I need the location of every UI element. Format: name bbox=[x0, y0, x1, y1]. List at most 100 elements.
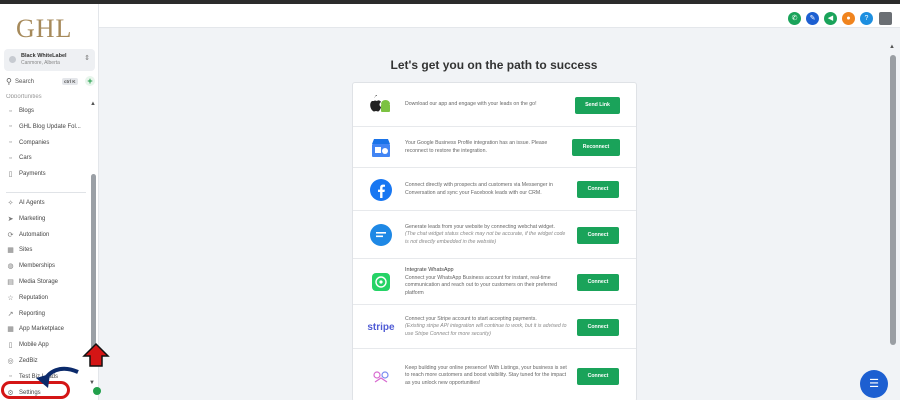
automation-icon: ⟳ bbox=[7, 231, 14, 239]
send-icon: ➤ bbox=[7, 215, 14, 223]
sidebar-item-reputation[interactable]: ☆ Reputation bbox=[6, 292, 90, 304]
sidebar-item-sites[interactable]: ▦ Sites bbox=[6, 244, 90, 256]
whatsapp-icon bbox=[367, 268, 395, 296]
page-icon: ▫ bbox=[9, 107, 12, 115]
sidebar-item-label: Marketing bbox=[19, 215, 46, 222]
connect-button[interactable]: Connect bbox=[577, 181, 619, 198]
sidebar-divider bbox=[6, 192, 86, 193]
search-label: Search bbox=[15, 79, 35, 85]
row-text: Connect your WhatsApp Business account f… bbox=[405, 274, 557, 296]
quick-add-button[interactable]: + bbox=[85, 76, 95, 86]
search-icon: ⚲ bbox=[6, 77, 12, 86]
sidebar-item-payments[interactable]: ▯ Payments bbox=[6, 168, 90, 180]
connect-button[interactable]: Connect bbox=[577, 226, 619, 244]
app-logo[interactable]: GHL bbox=[16, 14, 72, 44]
onboarding-row-facebook: Connect directly with prospects and cust… bbox=[353, 168, 636, 211]
row-title: Integrate WhatsApp bbox=[405, 267, 454, 273]
account-switcher[interactable]: Black WhiteLabel Canmore, Alberta ⇕ bbox=[4, 49, 95, 71]
row-text: Connect directly with prospects and cust… bbox=[405, 182, 553, 196]
user-avatar-icon[interactable] bbox=[879, 12, 892, 25]
row-text: Generate leads from your website by conn… bbox=[405, 223, 555, 230]
webchat-icon bbox=[367, 221, 395, 249]
row-text: Download our app and engage with your le… bbox=[405, 101, 537, 107]
sidebar-item-label: Cars bbox=[19, 155, 32, 162]
sidebar-scrollbar[interactable] bbox=[91, 174, 96, 349]
phone-icon[interactable]: ✆ bbox=[788, 12, 801, 25]
sidebar-item-reporting[interactable]: ↗ Reporting bbox=[6, 308, 90, 320]
row-description: Connect your Stripe account to start acc… bbox=[405, 316, 569, 339]
sidebar-item-label: Sites bbox=[19, 247, 33, 254]
sidebar-item-label: Memberships bbox=[19, 263, 56, 270]
sidebar-item-label: Media Storage bbox=[19, 279, 59, 285]
sidebar-item-ghl-blog-update-fol[interactable]: ▫ GHL Blog Update Fol... bbox=[6, 121, 90, 133]
listings-icon bbox=[367, 362, 395, 390]
sidebar-item-label: App Marketplace bbox=[19, 326, 65, 333]
row-description: Generate leads from your website by conn… bbox=[405, 224, 569, 247]
row-description: Integrate WhatsApp Connect your WhatsApp … bbox=[405, 267, 569, 297]
magic-wand-icon[interactable]: ✎ bbox=[806, 12, 819, 25]
onboarding-row-google-business: Your Google Business Profile integration… bbox=[353, 127, 636, 168]
ai-icon: ✧ bbox=[7, 200, 14, 207]
search-shortcut-badge: ctrl K bbox=[62, 78, 78, 85]
onboarding-card: Download our app and engage with your le… bbox=[352, 82, 637, 400]
sidebar-item-label: Companies bbox=[19, 139, 50, 146]
account-location: Canmore, Alberta bbox=[21, 60, 60, 66]
megaphone-icon[interactable]: ◀ bbox=[824, 12, 837, 25]
top-bar: ✆ ✎ ◀ ●? bbox=[99, 4, 900, 28]
connect-button[interactable]: Connect bbox=[577, 318, 619, 336]
onboarding-row-apple-android: Download our app and engage with your le… bbox=[353, 83, 636, 127]
sidebar-item-label: Blogs bbox=[19, 108, 35, 114]
scroll-up-arrow-icon[interactable]: ▲ bbox=[90, 101, 96, 107]
row-description: Connect directly with prospects and cust… bbox=[405, 182, 569, 197]
row-text: Connect your Stripe account to start acc… bbox=[405, 315, 537, 322]
sidebar-item-label: Automation bbox=[19, 231, 50, 238]
row-text: Keep building your online presence! With… bbox=[405, 364, 567, 386]
main-scroll-up-icon[interactable]: ▲ bbox=[889, 44, 895, 50]
sidebar-item-label: AI Agents bbox=[19, 200, 45, 206]
sidebar-item-cars[interactable]: ▫ Cars bbox=[6, 152, 90, 164]
sidebar-item-label: Reputation bbox=[19, 294, 49, 301]
chat-widget-button[interactable]: ☰ bbox=[860, 370, 888, 398]
onboarding-row-whatsapp: Integrate WhatsApp Connect your WhatsApp … bbox=[353, 259, 636, 305]
sidebar-item-companies[interactable]: ▫ Companies bbox=[6, 137, 90, 149]
memberships-icon: ◍ bbox=[7, 263, 14, 271]
send-link-button[interactable]: Send Link bbox=[575, 96, 620, 114]
star-icon: ☆ bbox=[7, 294, 14, 302]
sidebar-item-ai-agents[interactable]: ✧ AI Agents bbox=[6, 197, 90, 209]
sidebar-item-marketing[interactable]: ➤ Marketing bbox=[6, 213, 90, 225]
row-description: Download our app and engage with your le… bbox=[405, 101, 569, 109]
sidebar: GHL Black WhiteLabel Canmore, Alberta ⇕ … bbox=[0, 4, 99, 400]
sidebar-item-blogs[interactable]: ▫ Blogs bbox=[6, 105, 90, 117]
apple-android-icon bbox=[367, 91, 395, 119]
page-icon: ▫ bbox=[9, 154, 12, 162]
connect-button[interactable]: Connect bbox=[577, 273, 619, 291]
sidebar-item-automation[interactable]: ⟳ Automation bbox=[6, 229, 90, 241]
account-name: Black WhiteLabel bbox=[21, 53, 67, 59]
chart-icon: ↗ bbox=[7, 310, 14, 318]
stripe-wordmark: stripe bbox=[367, 321, 395, 333]
page-title: Let's get you on the path to success bbox=[390, 58, 598, 72]
reconnect-button[interactable]: Reconnect bbox=[572, 139, 620, 156]
chevron-updown-icon: ⇕ bbox=[84, 55, 90, 62]
page-icon: ▫ bbox=[9, 123, 12, 131]
main-scrollbar[interactable] bbox=[890, 55, 896, 345]
zedbiz-icon: ◎ bbox=[7, 358, 14, 365]
annotation-arrow-icon bbox=[36, 342, 110, 388]
account-avatar bbox=[9, 56, 16, 63]
sidebar-item-partial[interactable]: Opportunities bbox=[6, 94, 42, 98]
sidebar-search[interactable]: ⚲ Search ctrl K bbox=[4, 77, 79, 89]
row-note: (The chat widget status check may not be… bbox=[405, 231, 566, 245]
sidebar-item-memberships[interactable]: ◍ Memberships bbox=[6, 260, 90, 272]
grid-icon: ▦ bbox=[7, 326, 14, 334]
help-icon[interactable]: ? bbox=[860, 12, 873, 25]
bell-icon[interactable]: ● bbox=[842, 12, 855, 25]
sidebar-item-media-storage[interactable]: ▤ Media Storage bbox=[6, 276, 90, 288]
onboarding-row-stripe: stripe Connect your Stripe account to sta… bbox=[353, 305, 636, 349]
sites-icon: ▦ bbox=[7, 247, 14, 255]
row-note: (Existing stripe API integration will co… bbox=[405, 323, 567, 337]
sidebar-item-label: GHL Blog Update Fol... bbox=[19, 123, 81, 130]
onboarding-row-listings: Keep building your online presence! With… bbox=[353, 349, 636, 400]
page-icon: ▫ bbox=[9, 373, 12, 381]
sidebar-item-app-marketplace[interactable]: ▦ App Marketplace bbox=[6, 323, 90, 335]
connect-button[interactable]: Connect bbox=[577, 367, 619, 385]
